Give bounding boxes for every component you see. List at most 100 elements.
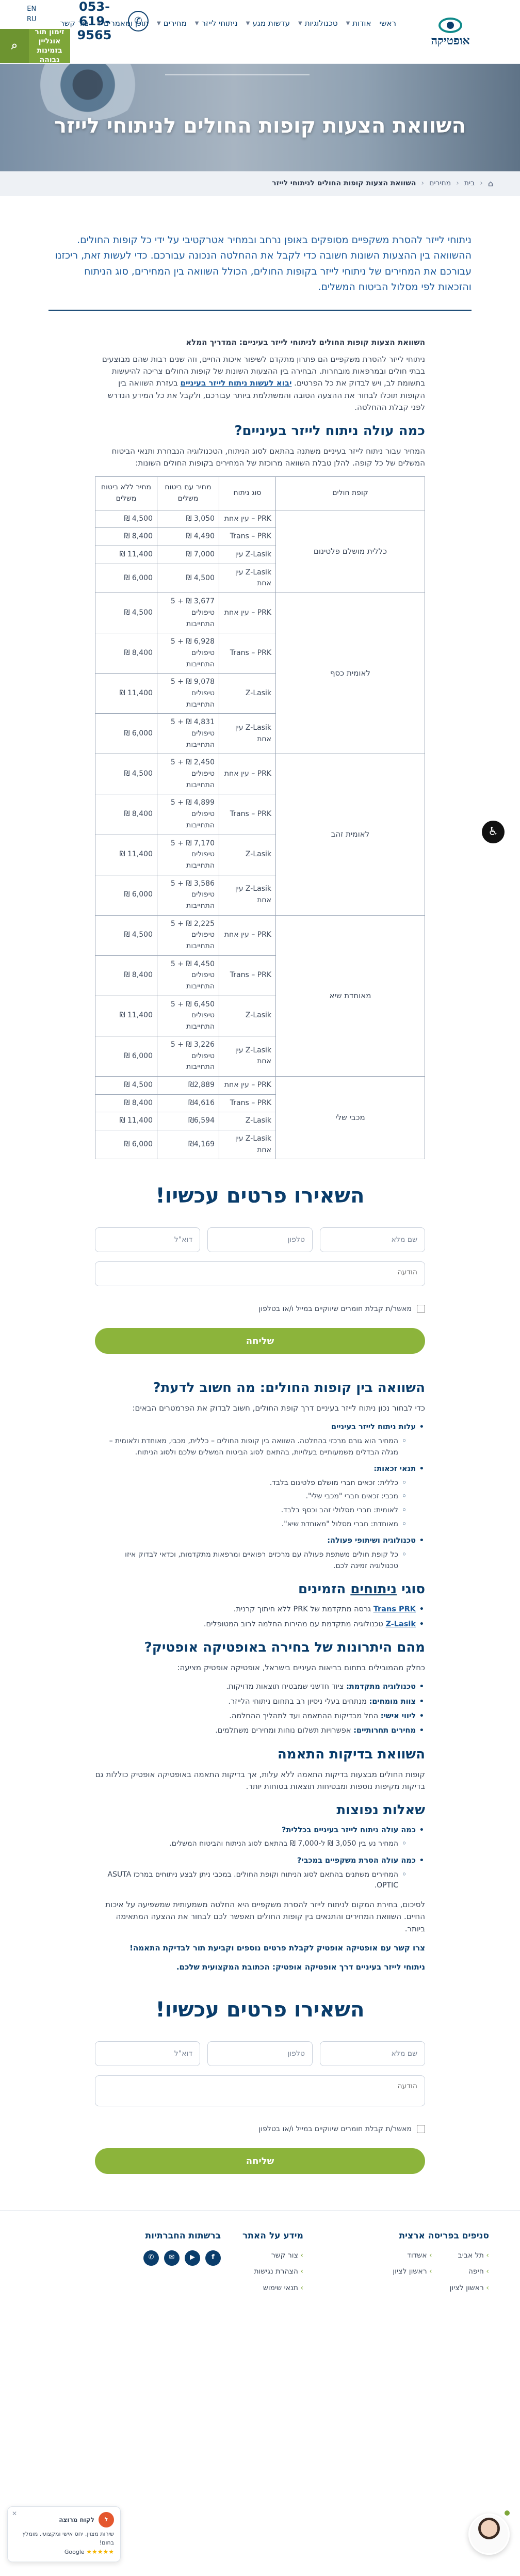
brand-name: אופטיקה [431,34,470,47]
chevron-down-icon: ▼ [194,21,199,27]
message-field[interactable] [95,1261,425,1287]
nav-item-home[interactable]: ראשי [380,18,396,29]
footer-link[interactable]: חיפה [450,2266,489,2278]
full-name-field[interactable] [320,1227,425,1253]
youtube-icon[interactable]: ▶ [185,2250,200,2266]
footer-link[interactable]: תנאי שימוש [242,2283,303,2294]
table-cell-with-ins: 3,677 ₪ + 5 טיפולים התחייבות [157,593,219,634]
avatar: ל [99,2512,114,2527]
main-content: השוואת הצעות קופות החולים לניתוחי לייזר … [95,337,425,1160]
breadcrumb-item-home[interactable]: בית [464,178,475,189]
faq-item: כמה עולה ניתוח לייזר בעיניים בכללית? המח… [95,1825,425,1850]
table-cell-without: 11,400 ₪ [95,834,157,875]
email-field[interactable] [95,1227,200,1253]
accessibility-icon[interactable]: ♿ [482,821,505,843]
full-name-field[interactable] [320,2041,425,2067]
table-cell-surgery: Z-Lasik [219,673,276,714]
footer-link[interactable]: צור קשר [242,2250,303,2262]
lang-en[interactable]: EN [27,4,37,14]
sub-list-item: מאוחדת: חברי מסלול "מאוחדת שיא". [95,1519,407,1530]
review-widget[interactable]: ✕ ל לקוח מרוצה שירות מצוין, יחס אישי ומק… [7,2506,121,2562]
submit-button[interactable]: שליחה [95,2148,425,2174]
brand-logo[interactable]: אופטיקה [412,11,489,53]
cost-heading: כמה עולה ניתוח לייזר בעיניים? [234,423,425,439]
footer-clinics: סניפים בפריסה ארצית תל אביב חיפה ראשון ל… [393,2229,489,2299]
table-row: כללית מושלם פלטינום PRK – עין אחת 3,050 ₪ 4… [95,509,425,594]
table-cell-with-ins: 4,500 ₪ [157,563,219,594]
hero-decoration [165,74,310,95]
table-cell-surgery: Z-Lasik [219,834,276,875]
table-cell-surgery: Z-Lasik עין אחת [219,1129,276,1160]
table-cell-with-ins: 4,450 ₪ + 5 טיפולים התחייבות [157,955,219,996]
surgery-type-link[interactable]: Trans PRK [373,1605,416,1613]
nav-item-laser[interactable]: ניתוחי לייזר ▼ [195,18,238,29]
header-phone[interactable]: ✆ 053-619-9565 [66,0,149,43]
footer-social: ברשתות החברתיות f ▶ ✉ ✆ [143,2229,221,2266]
nav-item-about[interactable]: אודות ▼ [346,18,371,29]
table-row: מכבי שלי PRK – עין אחת ₪2,889 4,500 ₪ [95,1076,425,1160]
breadcrumb-current: השוואת הצעות קופות החולים לניתוחי לייזר [272,179,416,188]
table-cell-fund: כללית מושלם פלטינום [275,509,425,594]
footer-link[interactable]: תל אביב [450,2250,489,2262]
table-body: כללית מושלם פלטינום PRK – עין אחת 3,050 ₪ 4… [95,509,425,1160]
nav-item-contact-lenses[interactable]: עדשות מגע ▼ [246,18,290,29]
check-paragraph: קופות החולים מבצעות בדיקות התאמה ללא עלו… [95,1769,425,1791]
page-title: השוואת הצעות קופות החולים לניתוחי לייזר [54,114,466,138]
table-row: לאומית זהב PRK – עין אחת 2,450 ₪ + 5 טיפול… [95,754,425,916]
table-cell-with-ins: 3,050 ₪ [157,509,219,529]
breadcrumb-item-prices[interactable]: מחירים [429,178,451,189]
surgery-type-link[interactable]: Z-Lasik [385,1620,416,1628]
footer-link[interactable]: הצהרת נגישות [242,2266,303,2278]
table-cell-surgery: Trans – PRK [219,527,276,547]
footer-link[interactable]: ראשון לציון [393,2266,432,2278]
nav-item-prices[interactable]: מחירים ▼ [157,18,187,29]
faq-answer: המחירים משתנים בהתאם לסוג הניתוח וקופת ה… [95,1869,407,1892]
chat-icon[interactable]: ✉ [164,2250,180,2266]
sub-list-item: מכבי: זכאים חברי "מכבי שלי". [95,1491,407,1502]
table-cell-with-ins: 2,225 ₪ + 5 טיפולים התחייבות [157,915,219,956]
footer-link[interactable]: אשדוד [393,2250,432,2262]
why-heading: מהם היתרונות של בחירה באופטיקה אופטיק? [144,1639,425,1655]
sub-list-item: כל קופת חולים משתפת פעולה עם מרכזים רפוא… [95,1549,407,1572]
phone-field[interactable] [207,2041,313,2067]
consent-checkbox[interactable] [417,1305,425,1314]
nav-item-technologies[interactable]: טכנולוגיות ▼ [298,18,338,29]
surgery-types-link[interactable]: ניתוחים [350,1581,397,1597]
intro-paragraph: ניתוחי לייזר להסרת משקפיים מסופקים באופן… [55,234,472,293]
lang-ru[interactable]: RU [27,14,37,25]
message-field[interactable] [95,2075,425,2107]
table-cell-with-ins: 4,831 ₪ + 5 טיפולים התחייבות [157,713,219,755]
table-cell-without: 6,000 ₪ [95,713,157,755]
site-footer: סניפים בפריסה ארצית תל אביב חיפה ראשון ל… [0,2210,520,2329]
home-icon[interactable]: ⌂ [488,178,493,190]
whatsapp-icon[interactable]: ✆ [143,2250,159,2266]
footer-link[interactable]: ראשון לציון [450,2283,489,2294]
table-cell-surgery: PRK – עין אחת [219,915,276,956]
email-field[interactable] [95,2041,200,2067]
chat-agent-avatar[interactable] [468,2514,510,2555]
phone-field[interactable] [207,1227,313,1253]
consent-checkbox-label[interactable]: מאשר/ת קבלת חומרים שיווקיים במייל ו/או ב… [95,1304,425,1315]
check-heading: השוואת בדיקות התאמה [277,1746,425,1762]
table-header-row: קופת חולים סוג ניתוח מחיר עם ביטוח משלים… [95,476,425,510]
table-cell-surgery: Z-Lasik [219,1112,276,1130]
table-cell-with-ins: 2,450 ₪ + 5 טיפולים התחייבות [157,754,219,795]
compare-lead: כדי לבחור נכון ניתוח לייזר בעיניים דרך ק… [132,1403,425,1413]
table-cell-surgery: Trans – PRK [219,1094,276,1113]
breadcrumb-separator: ‹ [480,179,483,188]
search-icon[interactable]: ⌕ [0,29,29,63]
sub-list-item: כללית: זכאים חברי מושלם פלטינום בלבד. [95,1478,407,1489]
close-icon[interactable]: ✕ [12,2509,17,2519]
facebook-icon[interactable]: f [205,2250,221,2266]
table-header: קופת חולים [275,476,425,510]
list-item: טכנולוגיה ושיתופי פעולה: כל קופת חולים מ… [95,1535,425,1572]
consent-checkbox-label[interactable]: מאשר/ת קבלת חומרים שיווקיים במייל ו/או ב… [95,2124,425,2135]
review-text: שירות מצוין, יחס אישי ומקצועי. מומלץ בחו… [22,2531,114,2547]
submit-button[interactable]: שליחה [95,1328,425,1354]
inline-link-laser[interactable]: יבוא לעשות ניתוח לייזר בעיניים [181,378,292,388]
table-cell-without: 6,000 ₪ [95,563,157,594]
book-appointment-button[interactable]: ⌕ זימון תור אונליין בזמינות גבוהה [0,28,70,64]
table-row: לאומית כסף PRK – עין אחת 3,677 ₪ + 5 טיפול… [95,593,425,755]
cost-paragraph: המחיר עבור ניתוח לייזר בעיניים משתנה בהת… [111,446,425,468]
consent-checkbox[interactable] [417,2125,425,2134]
